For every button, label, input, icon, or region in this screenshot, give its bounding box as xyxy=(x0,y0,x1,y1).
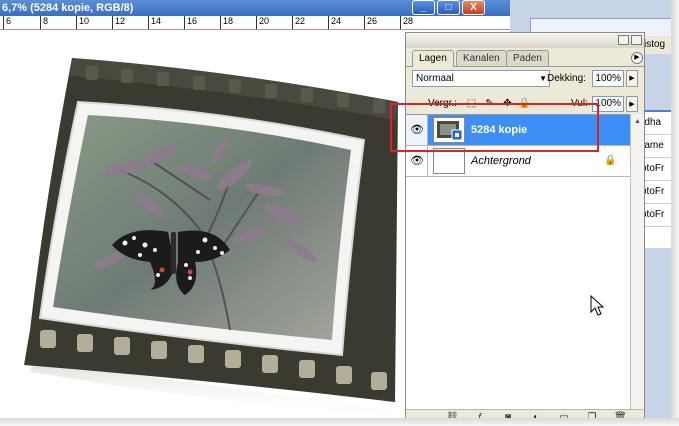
tab-paden[interactable]: Paden xyxy=(506,50,549,66)
document-title: 6,7% (5284 kopie, RGB/8) xyxy=(2,2,134,14)
ruler-label: 10 xyxy=(79,16,90,26)
opacity-label: Dekking: xyxy=(547,73,586,84)
opacity-slider-button[interactable]: ▶ xyxy=(626,70,638,87)
ruler-tick xyxy=(76,16,77,29)
minimize-button[interactable]: _ xyxy=(412,0,435,15)
maximize-button[interactable]: □ xyxy=(437,0,460,15)
ruler-label: 20 xyxy=(259,16,270,26)
ruler-tick xyxy=(184,16,185,29)
eye-icon: 👁 xyxy=(410,155,424,167)
scroll-up-icon[interactable]: ▲ xyxy=(632,116,643,128)
tab-lagen[interactable]: Lagen xyxy=(412,50,454,67)
opacity-field[interactable]: 100% xyxy=(592,70,624,87)
ruler-tick xyxy=(364,16,365,29)
histogram-title: istog xyxy=(644,39,666,50)
ruler-tick xyxy=(256,16,257,29)
ruler-label: 24 xyxy=(331,16,342,26)
panel-menu-icon[interactable]: ▶ xyxy=(631,52,643,64)
ruler-label: 28 xyxy=(403,16,414,26)
blend-mode-select[interactable]: Normaal ▼ xyxy=(412,70,550,87)
lock-icon: 🔒 xyxy=(604,155,617,166)
layer-list: 👁 5284 kopie 👁 Achtergrond 🔒 xyxy=(406,114,630,425)
mouse-pointer-icon xyxy=(590,295,605,316)
ruler-label: 14 xyxy=(151,16,162,26)
ruler-label: 26 xyxy=(367,16,378,26)
page-shadow-right xyxy=(671,0,679,426)
annotation-highlight-box xyxy=(390,103,599,152)
document-window-buttons: _ □ X xyxy=(412,0,485,15)
layer-name[interactable]: Achtergrond xyxy=(471,154,531,168)
close-button[interactable]: X xyxy=(462,0,485,15)
ruler-label: 16 xyxy=(187,16,198,26)
ruler-tick xyxy=(400,16,401,29)
ruler-tick xyxy=(292,16,293,29)
horizontal-ruler: 6 8 10 12 14 16 18 20 22 24 26 28 xyxy=(0,16,510,30)
ruler-tick xyxy=(220,16,221,29)
layer-list-scrollbar[interactable]: ▲ ▼ xyxy=(630,114,644,424)
ruler-label: 22 xyxy=(295,16,306,26)
blend-mode-value: Normaal xyxy=(416,73,454,84)
palette-tabs: Lagen Kanalen Paden xyxy=(406,49,644,67)
palette-minimize-button[interactable] xyxy=(618,35,629,45)
page-shadow-bottom xyxy=(0,418,679,426)
palette-close-button[interactable] xyxy=(631,35,642,45)
palette-title-bar[interactable] xyxy=(406,33,644,48)
ruler-tick xyxy=(112,16,113,29)
ruler-tick xyxy=(3,16,4,29)
ruler-tick xyxy=(328,16,329,29)
chevron-down-icon: ▼ xyxy=(539,74,547,83)
ruler-label: 8 xyxy=(43,16,49,26)
tab-kanalen[interactable]: Kanalen xyxy=(456,50,507,66)
ruler-tick xyxy=(148,16,149,29)
fill-slider-button[interactable]: ▶ xyxy=(626,96,638,112)
ruler-label: 12 xyxy=(115,16,126,26)
ruler-label: 18 xyxy=(223,16,234,26)
ruler-tick xyxy=(40,16,41,29)
layers-palette: Lagen Kanalen Paden ▶ Normaal ▼ Dekking:… xyxy=(405,32,645,426)
ruler-label: 6 xyxy=(6,16,12,26)
